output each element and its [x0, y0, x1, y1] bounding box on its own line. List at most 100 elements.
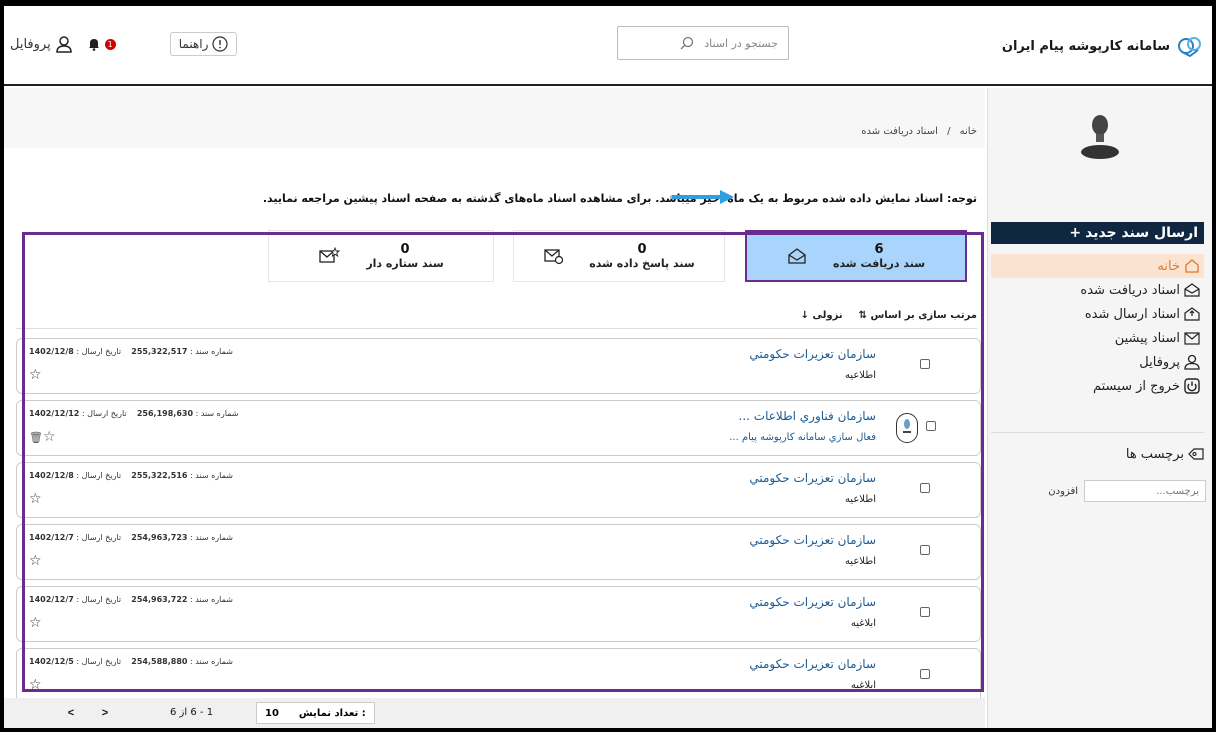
row-doc-label: شماره سند :: [190, 657, 233, 666]
prev-page-button[interactable]: <: [58, 704, 84, 722]
sidebar-item-sent[interactable]: اسناد ارسال شده: [991, 302, 1204, 326]
new-doc-button[interactable]: + ارسال سند جدید: [991, 222, 1204, 244]
sort-by-button[interactable]: مرتب سازی بر اساس ⇅: [859, 310, 977, 321]
trash-icon[interactable]: 🗑☆: [29, 429, 56, 445]
row-date-label: تاریخ ارسال :: [76, 595, 122, 604]
profile-menu[interactable]: پروفایل: [10, 35, 73, 53]
app-title: سامانه کارپوشه پیام ایران: [1001, 38, 1170, 54]
sort-order-label: نزولی: [812, 310, 843, 321]
row-meta: شماره سند : 256,198,630 تاریخ ارسال : 14…: [29, 409, 239, 418]
sidebar-item-label: پروفایل: [1139, 354, 1180, 370]
row-doc-number: 255,322,517: [131, 347, 188, 356]
row-subject[interactable]: ابلاغیه: [851, 680, 876, 691]
notifications[interactable]: 1: [87, 37, 116, 51]
row-doc-number: 254,963,723: [131, 533, 188, 542]
sidebar-nav: خانه اسناد دریافت شده اسناد ارسال شده اس…: [991, 254, 1204, 398]
row-meta: شماره سند : 254,588,880 تاریخ ارسال : 14…: [29, 657, 233, 666]
sidebar-item-home[interactable]: خانه: [991, 254, 1204, 278]
notification-badge: 1: [104, 38, 116, 50]
row-doc-number: 256,198,630: [136, 409, 194, 418]
table-row[interactable]: شماره سند : 255,322,517 تاریخ ارسال : 14…: [16, 338, 981, 394]
row-sender[interactable]: سازمان تعزيرات حكومتي: [749, 347, 876, 361]
stat-received-text: 6 سند دریافت شده: [832, 242, 926, 270]
search-box[interactable]: جستجو در اسناد: [617, 26, 789, 60]
help-button[interactable]: راهنما: [169, 32, 238, 56]
star-icon[interactable]: ☆: [29, 491, 42, 507]
sidebar-item-profile[interactable]: پروفایل: [991, 350, 1204, 374]
sidebar-item-label: اسناد پیشین: [1114, 330, 1180, 346]
stat-replied-count: 0: [637, 241, 647, 257]
tag-add-button[interactable]: افزودن: [1048, 486, 1078, 497]
row-subject[interactable]: ابلاغیه: [851, 618, 876, 629]
table-row[interactable]: شماره سند : 254,963,723 تاریخ ارسال : 14…: [16, 524, 981, 580]
row-date: 1402/12/5: [29, 657, 74, 666]
row-date: 1402/12/8: [29, 347, 74, 356]
sidebar-item-logout[interactable]: خروج از سیستم: [991, 374, 1204, 398]
page-range: 1 - 6 از 6: [170, 707, 214, 718]
per-page-select[interactable]: 10 تعداد نمایش :: [256, 702, 375, 724]
info-icon: [212, 36, 228, 52]
tag-input[interactable]: [1084, 480, 1206, 502]
divider: [991, 432, 1204, 433]
logo-icon: [1178, 37, 1201, 58]
row-sender[interactable]: سازمان تعزيرات حكومتي: [749, 533, 876, 547]
star-icon[interactable]: ☆: [29, 615, 42, 631]
main-top-band: [4, 88, 985, 148]
breadcrumb-home[interactable]: خانه: [960, 126, 977, 137]
row-doc-label: شماره سند :: [190, 595, 233, 604]
table-row[interactable]: شماره سند : 254,963,722 تاریخ ارسال : 14…: [16, 586, 981, 642]
row-subject[interactable]: اطلاعیه: [845, 370, 876, 381]
avatar-icon: [1081, 115, 1119, 159]
envelope-out-icon: [1184, 307, 1200, 321]
row-subject[interactable]: فعال سازي سامانه کارپوشه پیام ...: [729, 432, 876, 443]
tag-icon: [1188, 448, 1204, 460]
app-window: سامانه کارپوشه پیام ایران جستجو در اسناد…: [4, 6, 1212, 728]
star-icon[interactable]: ☆: [29, 367, 42, 383]
row-checkbox[interactable]: [926, 421, 936, 431]
pager: < >: [58, 704, 118, 722]
row-checkbox[interactable]: [920, 545, 930, 555]
row-sender[interactable]: سازمان تعزيرات حكومتي: [749, 657, 876, 671]
row-doc-label: شماره سند :: [195, 409, 239, 418]
sidebar-item-label: اسناد دریافت شده: [1080, 282, 1180, 298]
row-subject[interactable]: اطلاعیه: [845, 556, 876, 567]
row-checkbox[interactable]: [920, 669, 930, 679]
new-doc-label: ارسال سند جدید: [1085, 225, 1198, 241]
org-logo-icon: [896, 413, 918, 443]
stat-card-starred[interactable]: 0 سند ستاره دار: [268, 230, 494, 282]
tags-title: برچسب ها: [1126, 446, 1204, 462]
row-sender[interactable]: سازمان فناوري اطلاعات ...: [739, 409, 876, 423]
row-checkbox[interactable]: [920, 607, 930, 617]
stat-received-label: سند دریافت شده: [832, 256, 926, 270]
star-icon[interactable]: ☆: [43, 429, 56, 445]
next-page-button[interactable]: >: [92, 704, 118, 722]
row-meta: شماره سند : 255,322,517 تاریخ ارسال : 14…: [29, 347, 233, 356]
star-icon[interactable]: ☆: [29, 553, 42, 569]
row-doc-label: شماره سند :: [190, 471, 233, 480]
row-checkbox[interactable]: [920, 483, 930, 493]
row-sender[interactable]: سازمان تعزيرات حكومتي: [749, 471, 876, 485]
sort-order-button[interactable]: نزولی ↓: [801, 310, 843, 321]
row-subject[interactable]: اطلاعیه: [845, 494, 876, 505]
row-date-label: تاریخ ارسال :: [81, 409, 127, 418]
row-date-label: تاریخ ارسال :: [76, 347, 122, 356]
row-checkbox[interactable]: [920, 359, 930, 369]
stat-card-replied[interactable]: 0 سند پاسخ داده شده: [513, 230, 725, 282]
table-row[interactable]: شماره سند : 256,198,630 تاریخ ارسال : 14…: [16, 400, 981, 456]
row-sender[interactable]: سازمان تعزيرات حكومتي: [749, 595, 876, 609]
sidebar: + ارسال سند جدید خانه اسناد دریافت شده ا…: [987, 88, 1212, 728]
main-content: خانه / اسناد دریافت شده توجه: اسناد نمای…: [4, 88, 985, 728]
sidebar-item-received[interactable]: اسناد دریافت شده: [991, 278, 1204, 302]
app-logo[interactable]: سامانه کارپوشه پیام ایران: [1002, 32, 1204, 60]
row-date: 1402/12/12: [29, 409, 80, 418]
search-placeholder[interactable]: جستجو در اسناد: [704, 37, 778, 50]
row-date-label: تاریخ ارسال :: [76, 533, 122, 542]
search-icon: [680, 36, 694, 50]
table-row[interactable]: شماره سند : 255,322,516 تاریخ ارسال : 14…: [16, 462, 981, 518]
sidebar-item-label: خانه: [1157, 258, 1180, 274]
table-row[interactable]: شماره سند : 254,588,880 تاریخ ارسال : 14…: [16, 648, 981, 704]
pagination-bar: < > 1 - 6 از 6 10 تعداد نمایش :: [4, 698, 985, 728]
star-icon[interactable]: ☆: [29, 677, 42, 693]
sidebar-item-archive[interactable]: اسناد پیشین: [991, 326, 1204, 350]
stat-card-received[interactable]: 6 سند دریافت شده: [745, 230, 967, 282]
